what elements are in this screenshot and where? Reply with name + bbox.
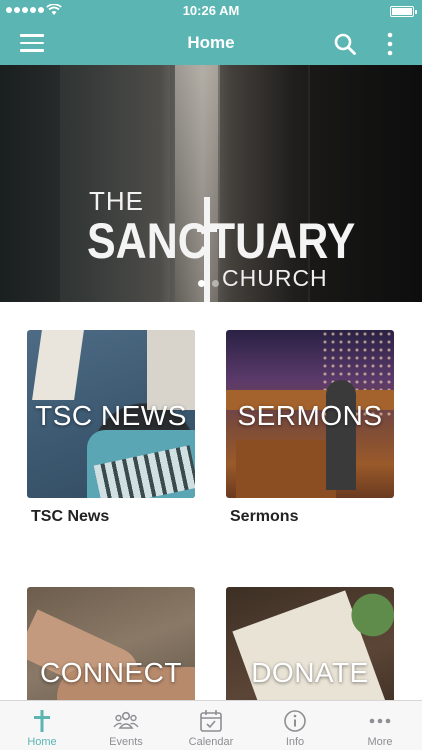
- tab-more-label: More: [367, 736, 393, 748]
- tsc-news-overlay-text: TSC NEWS: [35, 400, 187, 431]
- carousel-dot-1[interactable]: [198, 280, 205, 287]
- tab-home-label: Home: [27, 736, 57, 748]
- tab-bar: Home Events Calendar Info More: [0, 700, 422, 750]
- tab-events[interactable]: Events: [84, 701, 168, 750]
- tsc-news-image[interactable]: TSC NEWS: [27, 330, 195, 498]
- donate-overlay-text: DONATE: [251, 657, 369, 688]
- calendar-icon: [200, 710, 222, 732]
- tab-home[interactable]: Home: [0, 701, 84, 750]
- cross-icon: [34, 710, 50, 732]
- carousel-dot-2[interactable]: [212, 280, 219, 287]
- page-title: Home: [187, 33, 235, 52]
- carousel-page-indicator[interactable]: [198, 280, 219, 287]
- sermons-label[interactable]: Sermons: [230, 508, 298, 526]
- people-icon: [113, 711, 139, 729]
- tab-info-label: Info: [285, 736, 305, 748]
- tab-info[interactable]: Info: [253, 701, 337, 750]
- sermons-overlay-text: SERMONS: [237, 400, 383, 431]
- tab-calendar-label: Calendar: [188, 736, 234, 748]
- connect-overlay-text: CONNECT: [40, 657, 182, 688]
- info-icon: [284, 710, 306, 732]
- search-icon[interactable]: [333, 32, 357, 56]
- tab-events-label: Events: [109, 736, 143, 748]
- more-vertical-icon[interactable]: [380, 31, 400, 57]
- logo-sanctuary-text: SANCTUARY: [87, 213, 356, 269]
- hero-carousel[interactable]: THE SANCTUARY CHURCH: [0, 65, 422, 302]
- nav-bar: Home: [0, 22, 422, 65]
- sermons-image[interactable]: SERMONS: [226, 330, 394, 498]
- tab-more[interactable]: More: [338, 701, 422, 750]
- battery-icon: [390, 6, 417, 17]
- tsc-news-label[interactable]: TSC News: [31, 508, 109, 526]
- tab-calendar[interactable]: Calendar: [169, 701, 253, 750]
- logo-church-text: CHURCH: [222, 265, 328, 291]
- status-bar: 10:26 AM: [0, 0, 422, 22]
- ellipsis-icon: [369, 718, 391, 724]
- status-time: 10:26 AM: [182, 3, 240, 18]
